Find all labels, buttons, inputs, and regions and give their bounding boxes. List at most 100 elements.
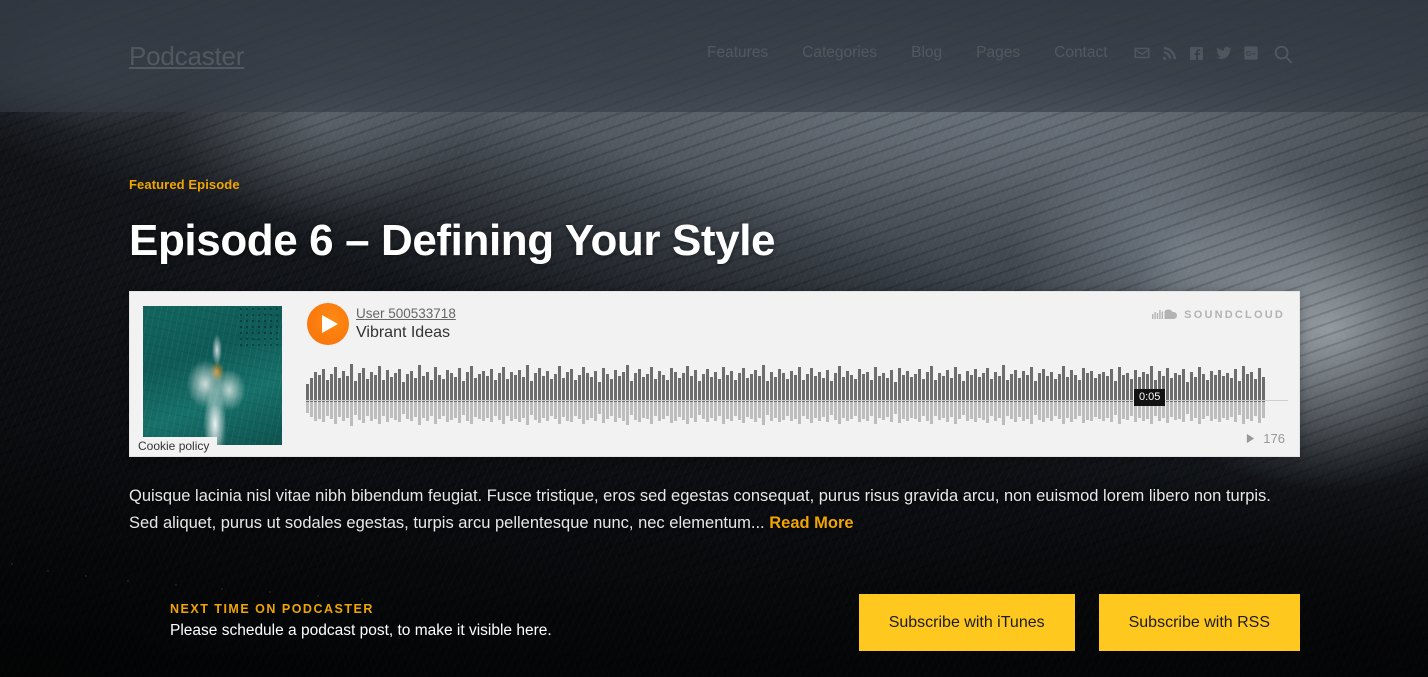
waveform-bar <box>374 354 377 428</box>
waveform-bar <box>554 354 557 428</box>
waveform-bar <box>450 354 453 428</box>
waveform-bar <box>730 354 733 428</box>
soundcloud-player[interactable]: SOUNDCLOUD 176 Cookie policy <box>129 291 1300 457</box>
waveform-bar <box>478 354 481 428</box>
waveform-bar <box>1242 354 1245 428</box>
waveform-bar <box>1110 354 1113 428</box>
waveform-bar <box>1202 354 1205 428</box>
waveform-bar <box>542 354 545 428</box>
episode-artwork <box>143 306 282 445</box>
waveform-bar <box>682 354 685 428</box>
waveform-bar <box>342 354 345 428</box>
waveform-bar <box>670 354 673 428</box>
waveform-bar <box>434 354 437 428</box>
waveform-bar <box>334 354 337 428</box>
waveform-bar <box>798 354 801 428</box>
waveform-bar <box>694 354 697 428</box>
waveform-bar <box>338 354 341 428</box>
waveform-bar <box>750 354 753 428</box>
waveform-bar <box>1038 354 1041 428</box>
waveform-bar <box>742 354 745 428</box>
waveform-bar <box>1090 354 1093 428</box>
waveform-bar <box>446 354 449 428</box>
waveform-bar <box>610 354 613 428</box>
waveform-bar <box>774 354 777 428</box>
waveform-bar <box>458 354 461 428</box>
waveform-bar <box>934 354 937 428</box>
waveform-bar <box>794 354 797 428</box>
waveform-bar <box>354 354 357 428</box>
waveform-bar <box>1050 354 1053 428</box>
waveform-bar <box>482 354 485 428</box>
waveform-bar <box>306 354 309 428</box>
waveform-bar <box>386 354 389 428</box>
waveform-bar <box>790 354 793 428</box>
waveform-bar <box>1174 354 1177 428</box>
play-button[interactable] <box>307 303 349 345</box>
waveform-bar <box>650 354 653 428</box>
waveform-bar <box>1046 354 1049 428</box>
waveform-bar <box>402 354 405 428</box>
waveform-bar <box>530 354 533 428</box>
subscribe-rss-button[interactable]: Subscribe with RSS <box>1098 594 1300 651</box>
waveform-bar <box>978 354 981 428</box>
waveform-bar <box>1030 354 1033 428</box>
waveform-bar <box>598 354 601 428</box>
waveform-bar <box>546 354 549 428</box>
waveform-bar <box>754 354 757 428</box>
waveform-bar <box>1170 354 1173 428</box>
artwork-dot-overlay <box>238 306 282 350</box>
waveform-bar <box>658 354 661 428</box>
waveform-bar <box>378 354 381 428</box>
waveform-bar <box>630 354 633 428</box>
waveform-bar <box>1234 354 1237 428</box>
waveform-bar <box>846 354 849 428</box>
waveform-bar <box>922 354 925 428</box>
waveform-bar <box>982 354 985 428</box>
waveform-bar <box>1126 354 1129 428</box>
waveform-bar <box>914 354 917 428</box>
waveform-bar <box>1070 354 1073 428</box>
soundcloud-wave-icon <box>1152 309 1178 319</box>
waveform-bar <box>498 354 501 428</box>
waveform-bar <box>1074 354 1077 428</box>
waveform-bar <box>746 354 749 428</box>
waveform-bar <box>854 354 857 428</box>
waveform-bar <box>926 354 929 428</box>
waveform-bar <box>506 354 509 428</box>
waveform-bar <box>1026 354 1029 428</box>
soundcloud-user-link[interactable]: User 500533718 <box>356 306 456 321</box>
waveform-bar <box>834 354 837 428</box>
waveform-bar <box>898 354 901 428</box>
waveform-bar <box>666 354 669 428</box>
waveform-bar <box>1254 354 1257 428</box>
waveform-bar <box>662 354 665 428</box>
cookie-policy-link[interactable]: Cookie policy <box>130 437 218 456</box>
page-root: Podcaster Features Categories Blog Pages… <box>0 0 1428 677</box>
waveform-bar <box>646 354 649 428</box>
waveform-bar <box>1078 354 1081 428</box>
waveform-bar <box>562 354 565 428</box>
episode-description: Quisque lacinia nisl vitae nibh bibendum… <box>129 483 1279 537</box>
waveform-bar <box>606 354 609 428</box>
waveform-bar <box>602 354 605 428</box>
waveform-bar <box>390 354 393 428</box>
waveform-bar <box>1062 354 1065 428</box>
waveform-bar <box>802 354 805 428</box>
waveform-bar <box>474 354 477 428</box>
waveform-bar <box>990 354 993 428</box>
waveform-bar <box>394 354 397 428</box>
waveform-bar <box>350 354 353 428</box>
read-more-link[interactable]: Read More <box>769 514 853 532</box>
waveform-bar <box>1214 354 1217 428</box>
waveform-bar <box>690 354 693 428</box>
waveform-bar <box>1238 354 1241 428</box>
waveform-bar <box>866 354 869 428</box>
waveform-bar <box>534 354 537 428</box>
waveform-bar <box>462 354 465 428</box>
waveform-bar <box>398 354 401 428</box>
waveform-bar <box>1222 354 1225 428</box>
waveform-bar <box>878 354 881 428</box>
waveform-bar <box>426 354 429 428</box>
subscribe-itunes-button[interactable]: Subscribe with iTunes <box>858 594 1075 651</box>
